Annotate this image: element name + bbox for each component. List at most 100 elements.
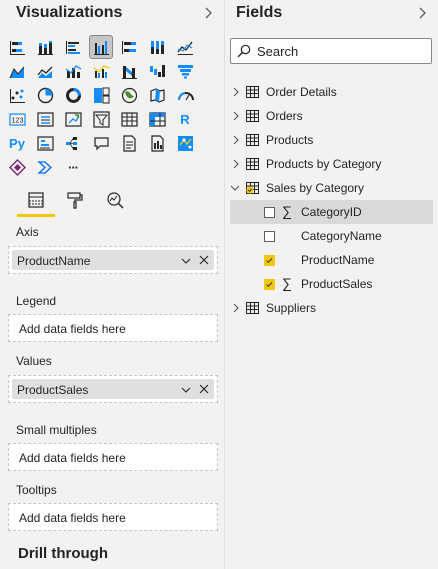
axis-field-pill[interactable]: ProductName	[12, 250, 214, 270]
chevron-down-icon[interactable]	[230, 184, 240, 192]
power-apps-icon[interactable]	[6, 156, 28, 178]
small-multiples-well-label: Small multiples	[16, 423, 97, 437]
field-checkbox[interactable]	[264, 231, 275, 242]
field-checkbox[interactable]	[264, 279, 275, 290]
search-input[interactable]	[257, 42, 427, 60]
multi-row-card-icon[interactable]	[34, 108, 56, 130]
python-visual-icon[interactable]: Py	[6, 132, 28, 154]
fields-search-box[interactable]	[230, 38, 432, 64]
stacked-column-chart-icon[interactable]	[34, 36, 56, 58]
svg-text:123: 123	[11, 117, 23, 124]
table-name: Order Details	[266, 85, 337, 99]
values-field-pill[interactable]: ProductSales	[12, 379, 214, 399]
matrix-icon[interactable]	[146, 108, 168, 130]
analytics-tab[interactable]	[101, 186, 129, 214]
values-well-label: Values	[16, 354, 52, 368]
map-glyph	[121, 87, 137, 103]
field-categoryid[interactable]: ∑ CategoryID	[230, 200, 433, 224]
r-script-visual-icon[interactable]: R	[174, 108, 196, 130]
line-chart-icon[interactable]	[174, 36, 196, 58]
format-tab[interactable]	[61, 186, 89, 214]
clustered-column-chart-icon[interactable]	[89, 35, 113, 59]
scatter-chart-glyph	[9, 88, 25, 103]
collapse-visualizations-button[interactable]	[202, 4, 216, 22]
power-automate-icon[interactable]	[34, 156, 56, 178]
stacked-bar-chart-icon[interactable]	[6, 36, 28, 58]
chevron-down-icon[interactable]	[180, 384, 192, 396]
collapse-fields-button[interactable]	[416, 4, 430, 22]
stacked-area-chart-icon[interactable]	[34, 60, 56, 82]
table-sales-by-category[interactable]: Sales by Category	[226, 177, 434, 199]
waterfall-chart-icon[interactable]	[146, 60, 168, 82]
tooltips-well[interactable]: Add data fields here	[8, 503, 218, 531]
more-visuals-icon[interactable]: ···	[62, 156, 84, 178]
chevron-right-icon[interactable]	[232, 159, 240, 169]
paginated-report-icon[interactable]	[146, 132, 168, 154]
kpi-icon[interactable]	[62, 108, 84, 130]
chevron-down-icon[interactable]	[180, 255, 192, 267]
legend-well[interactable]: Add data fields here	[8, 314, 218, 342]
matrix-glyph	[148, 111, 166, 127]
slicer-icon[interactable]	[90, 108, 112, 130]
table-products[interactable]: Products	[226, 129, 434, 151]
key-influencers-glyph	[36, 135, 54, 151]
chevron-right-icon[interactable]	[232, 303, 240, 313]
ribbon-chart-glyph	[121, 65, 137, 79]
100-stacked-column-chart-icon[interactable]	[146, 36, 168, 58]
sigma-icon: ∑	[282, 275, 292, 291]
table-order-details[interactable]: Order Details	[226, 81, 434, 103]
table-suppliers[interactable]: Suppliers	[226, 297, 434, 319]
treemap-icon[interactable]	[90, 84, 112, 106]
fields-tab[interactable]	[22, 186, 50, 214]
waterfall-chart-glyph	[149, 64, 165, 77]
small-multiples-placeholder: Add data fields here	[19, 451, 126, 465]
legend-well-label: Legend	[16, 294, 57, 308]
remove-field-icon[interactable]	[198, 254, 210, 266]
filled-map-icon[interactable]	[146, 84, 168, 106]
sigma-icon: ∑	[282, 203, 292, 219]
selected-tab-indicator	[17, 214, 55, 217]
values-well[interactable]: ProductSales	[8, 375, 218, 403]
table-name: Products by Category	[266, 157, 382, 171]
remove-field-icon[interactable]	[198, 383, 210, 395]
chevron-right-icon[interactable]	[232, 111, 240, 121]
chevron-right-icon[interactable]	[232, 135, 240, 145]
area-chart-icon[interactable]	[6, 60, 28, 82]
pie-chart-icon[interactable]	[34, 84, 56, 106]
card-icon[interactable]: 123	[6, 108, 28, 130]
scatter-chart-icon[interactable]	[6, 84, 28, 106]
axis-well[interactable]: ProductName	[8, 246, 218, 274]
table-icon[interactable]	[118, 108, 140, 130]
100-stacked-bar-chart-icon[interactable]	[118, 36, 140, 58]
chevron-right-icon[interactable]	[232, 87, 240, 97]
donut-chart-icon[interactable]	[62, 84, 84, 106]
table-name: Products	[266, 133, 314, 147]
funnel-chart-icon[interactable]	[174, 60, 196, 82]
field-categoryname[interactable]: CategoryName	[226, 225, 434, 247]
key-influencers-icon[interactable]	[34, 132, 56, 154]
small-multiples-well[interactable]: Add data fields here	[8, 443, 218, 471]
table-products-by-category[interactable]: Products by Category	[226, 153, 434, 175]
arcgis-map-icon[interactable]	[174, 132, 196, 154]
qa-icon[interactable]	[90, 132, 112, 154]
table-orders[interactable]: Orders	[226, 105, 434, 127]
line-and-clustered-column-chart-icon[interactable]	[90, 60, 112, 82]
fields-header: Fields	[226, 0, 438, 32]
map-icon[interactable]	[118, 84, 140, 106]
pie-chart-glyph	[37, 87, 53, 103]
smart-narrative-icon[interactable]	[118, 132, 140, 154]
decomposition-tree-icon[interactable]	[62, 132, 84, 154]
line-and-stacked-column-chart-icon[interactable]	[62, 60, 84, 82]
ribbon-chart-icon[interactable]	[118, 60, 140, 82]
gauge-icon[interactable]	[174, 84, 196, 106]
donut-chart-glyph	[65, 87, 81, 103]
field-checkbox[interactable]	[264, 255, 275, 266]
field-productsales[interactable]: ∑ ProductSales	[226, 273, 434, 295]
python-glyph: Py	[9, 135, 25, 151]
clustered-bar-chart-icon[interactable]	[62, 36, 84, 58]
table-icon	[246, 86, 259, 98]
field-checkbox[interactable]	[264, 207, 275, 218]
r-glyph: R	[180, 111, 190, 127]
line-chart-glyph	[176, 41, 193, 55]
field-productname[interactable]: ProductName	[226, 249, 434, 271]
